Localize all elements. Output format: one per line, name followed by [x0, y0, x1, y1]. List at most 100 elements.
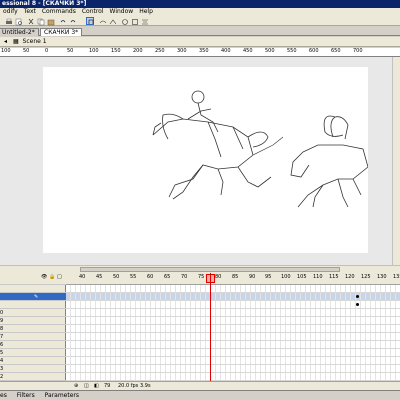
- pencil-icon: ✎: [34, 294, 39, 300]
- layer-row-marker: 2: [0, 374, 4, 380]
- ruler-label: 150: [111, 48, 121, 54]
- outline-icon[interactable]: □: [57, 273, 62, 281]
- ruler-label: 300: [177, 48, 187, 54]
- layer-row-marker: 3: [0, 366, 4, 372]
- ruler-label: 100: [89, 48, 99, 54]
- layer-row[interactable]: 7: [0, 333, 66, 341]
- ruler-label: 450: [243, 48, 253, 54]
- ruler-label: 50: [23, 48, 30, 54]
- layer-row[interactable]: 3: [0, 365, 66, 373]
- menu-control[interactable]: Control: [79, 8, 107, 15]
- smooth-icon[interactable]: [98, 17, 107, 25]
- ruler-label: 700: [353, 48, 363, 54]
- ruler-label: 50: [67, 48, 74, 54]
- frame-row-selected[interactable]: [66, 293, 400, 301]
- horizontal-scrollbar[interactable]: [0, 265, 400, 273]
- paste-icon[interactable]: [46, 17, 55, 26]
- align-icon[interactable]: [140, 17, 148, 25]
- frame-row[interactable]: [66, 373, 400, 381]
- menu-text[interactable]: Text: [21, 8, 39, 15]
- frame-number: 40: [79, 274, 86, 280]
- layer-row[interactable]: 2: [0, 373, 66, 381]
- straighten-icon[interactable]: [108, 17, 117, 25]
- layer-row[interactable]: [0, 285, 66, 293]
- ruler-label: 250: [155, 48, 165, 54]
- menu-modify[interactable]: odify: [0, 8, 21, 15]
- frame-number: 115: [329, 274, 339, 280]
- layer-row-marker: 5: [0, 350, 4, 356]
- frame-number: 100: [281, 274, 291, 280]
- rotate-icon[interactable]: [120, 17, 128, 25]
- back-arrow-icon[interactable]: ◂: [4, 38, 7, 45]
- scene-label[interactable]: Scene 1: [23, 38, 47, 45]
- layer-row-marker: 8: [0, 326, 4, 332]
- frame-row[interactable]: [66, 301, 400, 309]
- layer-row[interactable]: 5: [0, 349, 66, 357]
- menu-help[interactable]: Help: [136, 8, 156, 15]
- frame-row[interactable]: [66, 285, 400, 293]
- horse-riders-drawing: [152, 90, 369, 208]
- cut-icon[interactable]: [26, 17, 34, 25]
- frame-row[interactable]: [66, 349, 400, 357]
- frame-number: 90: [249, 274, 256, 280]
- tab-parameters[interactable]: Parameters: [41, 392, 83, 399]
- menu-window[interactable]: Window: [107, 8, 137, 15]
- frame-row[interactable]: [66, 341, 400, 349]
- frame-row[interactable]: [66, 317, 400, 325]
- layer-panel: 👁 🔒 □ ✎ 0 9 8 7 6 5 4 3 2: [0, 273, 66, 381]
- vertical-scrollbar[interactable]: [392, 57, 400, 265]
- frame-row[interactable]: [66, 333, 400, 341]
- ruler-label: 200: [133, 48, 143, 54]
- frame-row[interactable]: [66, 325, 400, 333]
- layer-row[interactable]: [0, 301, 66, 309]
- properties-panel-tabs: es Filters Parameters: [0, 390, 400, 400]
- undo-icon[interactable]: [58, 17, 66, 25]
- layer-row-marker: 0: [0, 310, 4, 316]
- print-icon[interactable]: [4, 17, 12, 25]
- print-preview-icon[interactable]: [14, 17, 22, 26]
- layer-row[interactable]: 8: [0, 325, 66, 333]
- frame-number: 55: [130, 274, 137, 280]
- frame-number: 80: [215, 274, 222, 280]
- tab-properties[interactable]: es: [0, 392, 11, 399]
- scale-icon[interactable]: [130, 17, 138, 25]
- title-bar: essional 8 - [СКАЧКИ 3*]: [0, 0, 400, 8]
- redo-icon[interactable]: [68, 17, 76, 25]
- ruler-label: 500: [265, 48, 275, 54]
- frame-ruler[interactable]: 40 45 50 55 60 65 70 75 80 85 90 95 100 …: [66, 273, 400, 285]
- stage-canvas[interactable]: [43, 67, 369, 253]
- tab-untitled-2[interactable]: Untitled-2*: [0, 28, 39, 36]
- frame-row[interactable]: [66, 365, 400, 373]
- keyframe[interactable]: [356, 303, 359, 306]
- copy-icon[interactable]: [36, 17, 45, 26]
- tab-skachki-3[interactable]: СКАЧКИ 3*: [40, 28, 83, 36]
- frame-row[interactable]: [66, 309, 400, 317]
- menu-commands[interactable]: Commands: [39, 8, 79, 15]
- frame-number: 110: [313, 274, 323, 280]
- horizontal-ruler: 100 50 0 50 100 150 200 250 300 350 400 …: [0, 48, 400, 57]
- ruler-label: 100: [1, 48, 11, 54]
- keyframe[interactable]: [356, 295, 359, 298]
- layer-row[interactable]: 9: [0, 317, 66, 325]
- playhead-handle[interactable]: [206, 274, 215, 283]
- snap-to-objects-icon[interactable]: [86, 17, 94, 25]
- frame-number: 130: [377, 274, 387, 280]
- tab-filters[interactable]: Filters: [13, 392, 39, 399]
- layer-row[interactable]: 4: [0, 357, 66, 365]
- ruler-label: 600: [309, 48, 319, 54]
- edit-bar: ◂ ▦ Scene 1: [0, 37, 400, 47]
- frame-number: 105: [297, 274, 307, 280]
- frame-number: 60: [147, 274, 154, 280]
- lock-icon[interactable]: 🔒: [49, 273, 55, 281]
- layer-row-selected[interactable]: ✎: [0, 293, 66, 301]
- frame-number: 135: [393, 274, 400, 280]
- ruler-label: 650: [331, 48, 341, 54]
- layer-row[interactable]: 6: [0, 341, 66, 349]
- eye-icon[interactable]: 👁: [41, 273, 47, 281]
- playhead[interactable]: [210, 273, 211, 381]
- frame-number: 95: [265, 274, 272, 280]
- layer-row[interactable]: 0: [0, 309, 66, 317]
- main-toolbar: [0, 16, 400, 26]
- frame-row[interactable]: [66, 357, 400, 365]
- horizontal-scroll-thumb[interactable]: [80, 267, 340, 272]
